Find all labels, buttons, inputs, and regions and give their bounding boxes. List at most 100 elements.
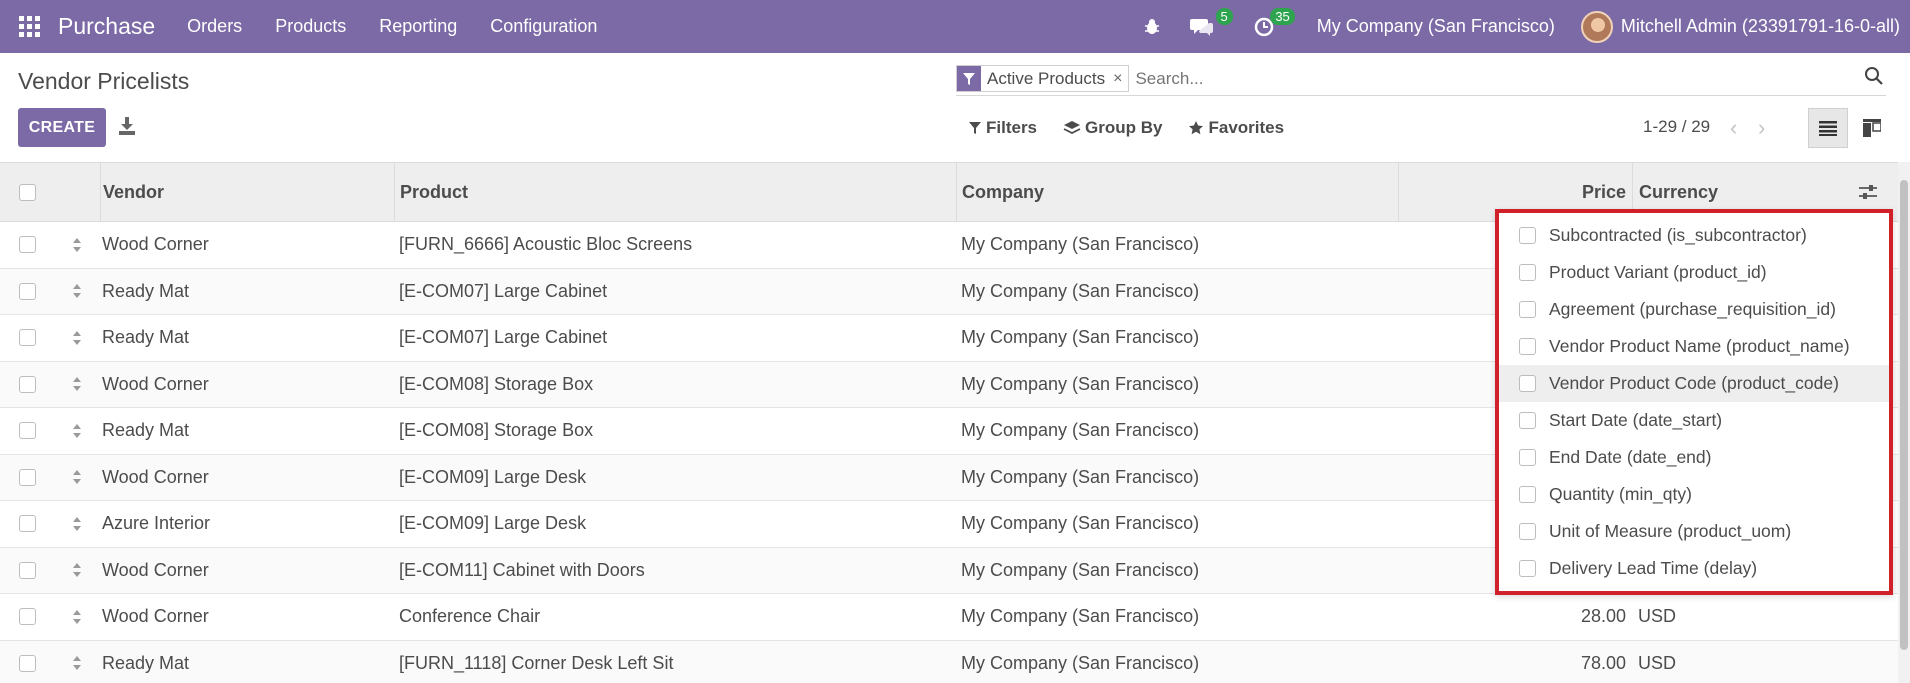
drag-handle-icon[interactable] xyxy=(72,515,82,533)
row-checkbox[interactable] xyxy=(18,608,36,626)
optional-column-label: Agreement (purchase_requisition_id) xyxy=(1549,299,1836,319)
row-checkbox[interactable] xyxy=(18,282,36,300)
optional-column-item[interactable]: Vendor Product Name (product_name) xyxy=(1499,328,1889,365)
cell-vendor: Wood Corner xyxy=(102,606,209,627)
row-checkbox[interactable] xyxy=(18,515,36,533)
row-checkbox[interactable] xyxy=(18,375,36,393)
facet-remove-icon[interactable]: × xyxy=(1111,66,1128,91)
search-options: Filters Group By Favorites xyxy=(968,118,1310,138)
drag-handle-icon[interactable] xyxy=(72,654,82,672)
optional-column-checkbox[interactable] xyxy=(1519,523,1536,540)
list-icon xyxy=(1819,121,1837,136)
row-checkbox[interactable] xyxy=(18,329,36,347)
groupby-button[interactable]: Group By xyxy=(1063,118,1162,138)
table-row[interactable]: Ready Mat [FURN_1118] Corner Desk Left S… xyxy=(0,640,1898,683)
debug-bug-icon[interactable] xyxy=(1137,12,1167,42)
search-icon[interactable] xyxy=(1864,66,1886,88)
cell-vendor: Wood Corner xyxy=(102,234,209,255)
menu-products[interactable]: Products xyxy=(275,16,346,37)
create-button[interactable]: CREATE xyxy=(18,108,106,147)
kanban-view-button[interactable] xyxy=(1852,108,1892,148)
optional-column-item[interactable]: Delivery Lead Time (delay) xyxy=(1499,550,1889,587)
optional-column-checkbox[interactable] xyxy=(1519,301,1536,318)
cell-vendor: Wood Corner xyxy=(102,466,209,487)
optional-column-item[interactable]: Quantity (min_qty) xyxy=(1499,476,1889,513)
activities-clock-icon[interactable]: 35 xyxy=(1249,7,1295,42)
user-menu[interactable]: Mitchell Admin (23391791-16-0-all) xyxy=(1621,16,1900,37)
pager-value[interactable]: 1-29 / 29 xyxy=(1643,117,1710,137)
drag-handle-icon[interactable] xyxy=(72,561,82,579)
cell-company: My Company (San Francisco) xyxy=(961,234,1200,255)
cell-company: My Company (San Francisco) xyxy=(961,280,1200,301)
drag-handle-icon[interactable] xyxy=(72,468,82,486)
header-company[interactable]: Company xyxy=(956,162,1398,222)
cell-vendor: Azure Interior xyxy=(102,513,211,534)
search-facet: Active Products × xyxy=(956,65,1130,92)
filter-funnel-icon xyxy=(957,66,981,91)
favorites-label: Favorites xyxy=(1208,118,1285,137)
optional-column-item[interactable]: Product Variant (product_id) xyxy=(1499,254,1889,291)
list-view-button[interactable] xyxy=(1808,108,1848,148)
download-icon[interactable] xyxy=(118,116,138,138)
optional-column-checkbox[interactable] xyxy=(1519,338,1536,355)
optional-column-checkbox[interactable] xyxy=(1519,449,1536,466)
pager-previous-icon[interactable]: ‹ xyxy=(1730,115,1737,141)
filters-button[interactable]: Filters xyxy=(968,118,1037,138)
top-navbar: Purchase Orders Products Reporting Confi… xyxy=(0,0,1910,53)
row-checkbox[interactable] xyxy=(18,468,36,486)
optional-column-checkbox[interactable] xyxy=(1519,375,1536,392)
cell-vendor: Ready Mat xyxy=(102,327,190,348)
menu-reporting[interactable]: Reporting xyxy=(379,16,457,37)
optional-column-checkbox[interactable] xyxy=(1519,264,1536,281)
favorites-button[interactable]: Favorites xyxy=(1188,118,1284,138)
header-product[interactable]: Product xyxy=(394,162,956,222)
row-checkbox[interactable] xyxy=(18,654,36,672)
optional-column-item[interactable]: End Date (date_end) xyxy=(1499,439,1889,476)
select-all-checkbox[interactable] xyxy=(18,183,36,201)
drag-handle-icon[interactable] xyxy=(72,608,82,626)
optional-column-item[interactable]: Subcontracted (is_subcontractor) xyxy=(1499,217,1889,254)
optional-column-label: Vendor Product Name (product_name) xyxy=(1549,336,1850,356)
optional-column-checkbox[interactable] xyxy=(1519,560,1536,577)
pager-next-icon[interactable]: › xyxy=(1758,115,1765,141)
search-input[interactable] xyxy=(1135,68,1836,89)
cell-price: 78.00 xyxy=(1580,652,1626,673)
cell-vendor: Wood Corner xyxy=(102,373,209,394)
optional-columns-toggle-icon[interactable] xyxy=(1858,183,1880,203)
drag-handle-icon[interactable] xyxy=(72,282,82,300)
header-vendor[interactable]: Vendor xyxy=(100,162,394,222)
optional-column-item[interactable]: Unit of Measure (product_uom) xyxy=(1499,513,1889,550)
kanban-icon xyxy=(1863,119,1881,137)
cell-product: [E-COM07] Large Cabinet xyxy=(399,280,608,301)
drag-handle-icon[interactable] xyxy=(72,329,82,347)
menu-configuration[interactable]: Configuration xyxy=(490,16,597,37)
drag-handle-icon[interactable] xyxy=(72,236,82,254)
vertical-scrollbar[interactable] xyxy=(1898,162,1910,683)
cell-product: Conference Chair xyxy=(399,606,541,627)
apps-menu-icon[interactable] xyxy=(0,0,58,53)
optional-columns-dropdown: Subcontracted (is_subcontractor) Product… xyxy=(1495,209,1893,595)
optional-column-checkbox[interactable] xyxy=(1519,486,1536,503)
scrollbar-thumb[interactable] xyxy=(1900,180,1908,650)
drag-handle-icon[interactable] xyxy=(72,422,82,440)
optional-column-item[interactable]: Vendor Product Code (product_code) xyxy=(1499,365,1889,402)
user-avatar[interactable] xyxy=(1580,10,1613,43)
optional-column-checkbox[interactable] xyxy=(1519,412,1536,429)
optional-column-checkbox[interactable] xyxy=(1519,227,1536,244)
row-checkbox[interactable] xyxy=(18,561,36,579)
optional-column-item[interactable]: Agreement (purchase_requisition_id) xyxy=(1499,291,1889,328)
messages-icon[interactable]: 5 xyxy=(1187,7,1233,42)
company-switcher[interactable]: My Company (San Francisco) xyxy=(1317,16,1555,37)
table-row[interactable]: Wood Corner Conference Chair My Company … xyxy=(0,594,1898,641)
search-bar: Active Products × xyxy=(956,62,1886,96)
drag-handle-icon[interactable] xyxy=(72,375,82,393)
optional-column-item[interactable]: Start Date (date_start) xyxy=(1499,402,1889,439)
cell-company: My Company (San Francisco) xyxy=(961,466,1200,487)
menu-orders[interactable]: Orders xyxy=(187,16,242,37)
cell-product: [E-COM07] Large Cabinet xyxy=(399,327,608,348)
row-checkbox[interactable] xyxy=(18,422,36,440)
optional-column-label: End Date (date_end) xyxy=(1549,447,1712,467)
cell-vendor: Ready Mat xyxy=(102,420,190,441)
row-checkbox[interactable] xyxy=(18,236,36,254)
app-brand[interactable]: Purchase xyxy=(58,13,155,40)
